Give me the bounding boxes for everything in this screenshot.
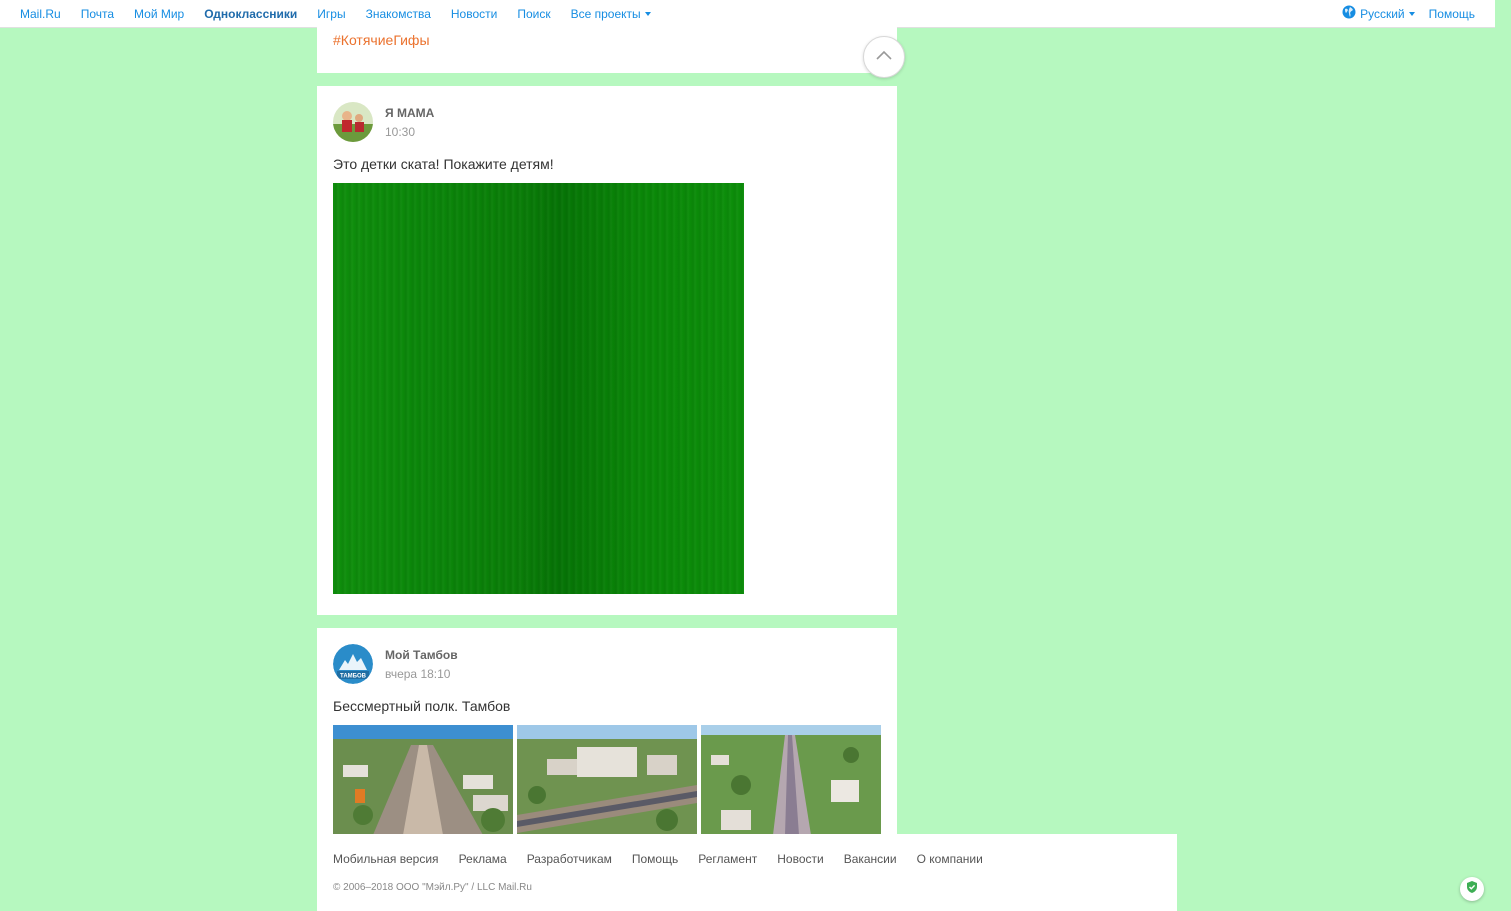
post-timestamp[interactable]: вчера 18:10 <box>385 667 450 681</box>
post-media-gif[interactable] <box>333 183 744 594</box>
topbar-right: Русский Помощь <box>1328 0 1475 27</box>
author-avatar[interactable] <box>333 102 373 142</box>
copyright: © 2006–2018 ООО "Мэйл.Ру" / LLC Mail.Ru <box>333 882 532 893</box>
nav-link-mailru[interactable]: Mail.Ru <box>20 7 61 21</box>
projects-nav: Mail.Ru Почта Мой Мир Одноклассники Игры… <box>20 0 671 27</box>
nav-all-projects-dropdown[interactable]: Все проекты <box>571 7 651 21</box>
globe-icon <box>1342 5 1356 22</box>
security-shield-button[interactable] <box>1460 877 1484 901</box>
footer-link-help[interactable]: Помощь <box>632 852 678 866</box>
hashtag-link[interactable]: #КотячиеГифы <box>333 32 430 48</box>
footer-link-mobile[interactable]: Мобильная версия <box>333 852 439 866</box>
post-author-name[interactable]: Я МАМА <box>385 106 434 120</box>
top-navigation-bar: Mail.Ru Почта Мой Мир Одноклассники Игры… <box>0 0 1495 28</box>
chevron-up-icon <box>875 48 893 66</box>
feed-post: ТАМБОВ Мой Тамбов вчера 18:10 Бессмертны… <box>317 628 897 838</box>
page-scrollbar[interactable] <box>1495 0 1511 911</box>
nav-link-games[interactable]: Игры <box>317 7 345 21</box>
scroll-to-top-button[interactable] <box>863 36 905 78</box>
previous-post-card: #КотячиеГифы <box>317 27 897 73</box>
photo-thumbnail[interactable] <box>701 725 881 835</box>
nav-link-myworld[interactable]: Мой Мир <box>134 7 184 21</box>
footer-link-developers[interactable]: Разработчикам <box>527 852 612 866</box>
nav-link-mail[interactable]: Почта <box>81 7 114 21</box>
footer-link-news[interactable]: Новости <box>777 852 823 866</box>
caret-down-icon <box>1408 11 1415 16</box>
avatar-label: ТАМБОВ <box>340 674 367 680</box>
shield-icon <box>1465 880 1479 899</box>
nav-link-news[interactable]: Новости <box>451 7 497 21</box>
photo-thumbnail[interactable] <box>333 725 513 835</box>
footer-link-rules[interactable]: Регламент <box>698 852 757 866</box>
post-text: Это детки ската! Покажите детям! <box>333 156 554 172</box>
all-projects-label: Все проекты <box>570 6 641 21</box>
nav-link-search[interactable]: Поиск <box>517 7 550 21</box>
footer-links: Мобильная версия Реклама Разработчикам П… <box>333 852 1003 866</box>
page-footer: Мобильная версия Реклама Разработчикам П… <box>317 834 1177 911</box>
footer-link-about[interactable]: О компании <box>917 852 983 866</box>
footer-link-jobs[interactable]: Вакансии <box>844 852 897 866</box>
photo-thumbnail[interactable] <box>517 725 697 835</box>
post-text: Бессмертный полк. Тамбов <box>333 698 511 714</box>
help-link[interactable]: Помощь <box>1429 7 1475 21</box>
nav-link-odnoklassniki[interactable]: Одноклассники <box>204 7 297 21</box>
author-avatar[interactable]: ТАМБОВ <box>333 644 373 684</box>
language-selector[interactable]: Русский <box>1342 5 1415 22</box>
caret-down-icon <box>644 12 651 17</box>
photo-collage <box>333 725 881 835</box>
footer-link-ads[interactable]: Реклама <box>459 852 507 866</box>
feed-post: Я МАМА 10:30 Это детки ската! Покажите д… <box>317 86 897 615</box>
nav-link-dating[interactable]: Знакомства <box>366 7 431 21</box>
post-timestamp[interactable]: 10:30 <box>385 125 415 139</box>
language-label: Русский <box>1360 6 1405 21</box>
post-author-name[interactable]: Мой Тамбов <box>385 648 458 662</box>
